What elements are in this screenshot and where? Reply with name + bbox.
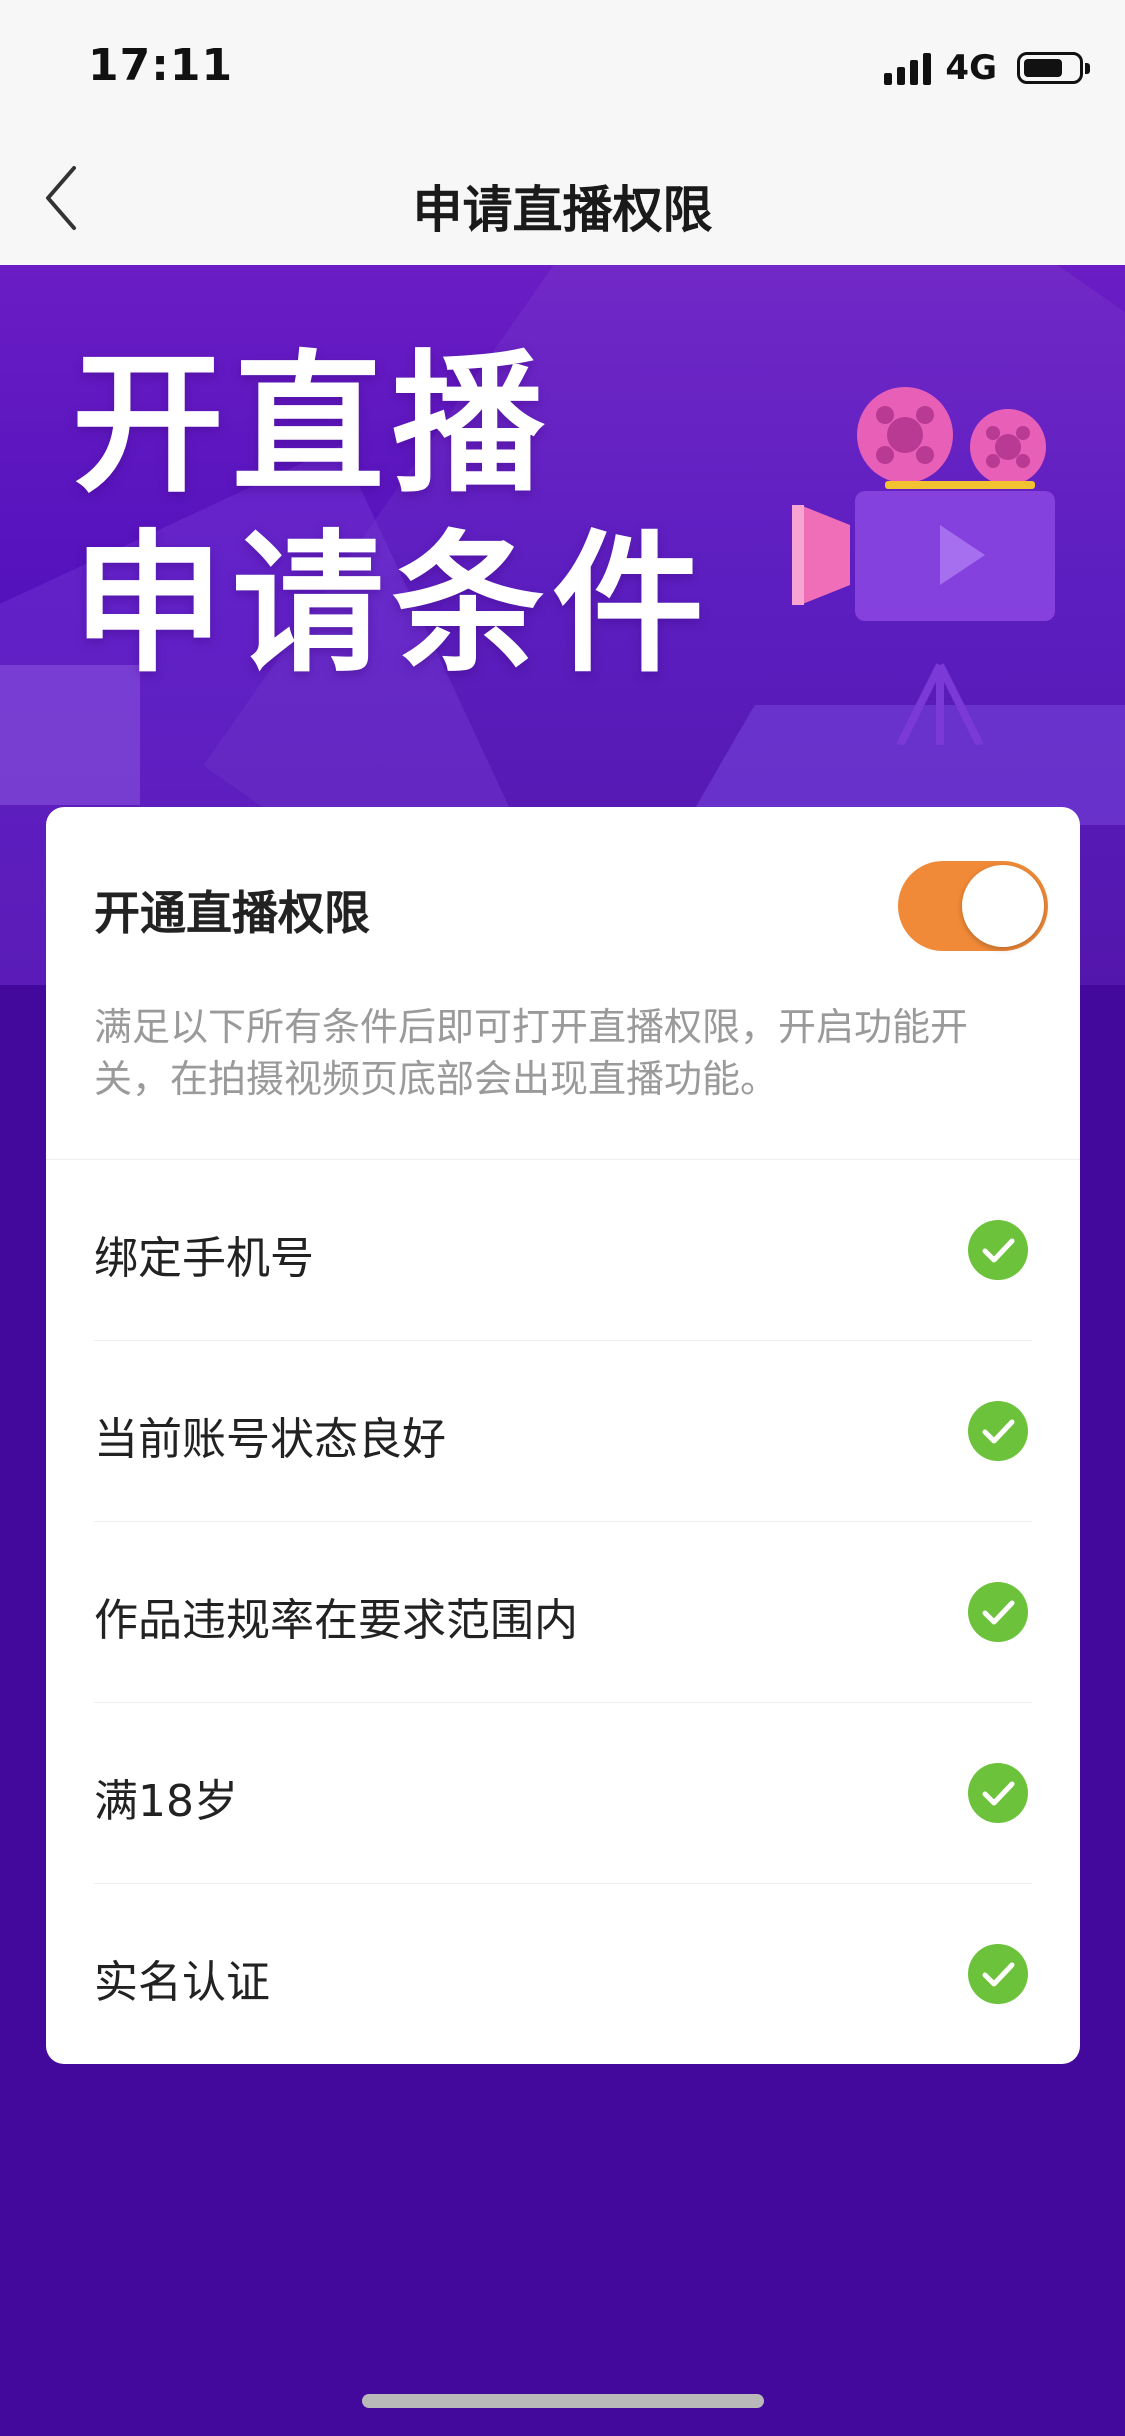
check-circle-icon	[968, 1944, 1028, 2004]
requirement-label: 作品违规率在要求范围内	[94, 1595, 578, 1646]
movie-camera-icon	[792, 387, 1055, 745]
requirements-card: 开通直播权限 满足以下所有条件后即可打开直播权限，开启功能开关，在拍摄视频页底部…	[46, 807, 1080, 2064]
battery-level	[1024, 59, 1062, 77]
banner-headline: 开直播 申请条件	[72, 335, 712, 695]
list-item: 绑定手机号	[94, 1160, 1032, 1341]
list-item: 实名认证	[94, 1884, 1032, 2064]
toggle-knob	[962, 865, 1044, 947]
requirements-list: 绑定手机号当前账号状态良好作品违规率在要求范围内 满18岁实名认证	[46, 1160, 1080, 2064]
status-bar: 17:11 4G	[0, 0, 1125, 132]
requirement-label: 绑定手机号	[94, 1233, 314, 1284]
list-item: 当前账号状态良好	[94, 1341, 1032, 1522]
live-permission-toggle[interactable]	[898, 861, 1048, 951]
check-circle-icon	[968, 1401, 1028, 1461]
requirement-label: 实名认证	[94, 1957, 270, 2008]
status-time: 17:11	[88, 40, 234, 91]
description-text: 满足以下所有条件后即可打开直播权限，开启功能开关，在拍摄视频页底部会出现直播功能…	[94, 1005, 969, 1101]
list-item: 满18岁	[94, 1703, 1032, 1884]
check-circle-icon	[968, 1763, 1028, 1823]
page-title: 申请直播权限	[412, 181, 713, 239]
check-circle-icon	[968, 1582, 1028, 1642]
network-label: 4G	[945, 48, 997, 88]
requirement-label: 满18岁	[94, 1776, 238, 1827]
requirement-label: 当前账号状态良好	[94, 1414, 446, 1465]
signal-icon	[884, 51, 932, 85]
home-indicator	[362, 2394, 764, 2408]
list-item: 作品违规率在要求范围内	[94, 1522, 1032, 1703]
check-circle-icon	[968, 1220, 1028, 1280]
card-header: 开通直播权限 满足以下所有条件后即可打开直播权限，开启功能开关，在拍摄视频页底部…	[46, 807, 1080, 1160]
toggle-label: 开通直播权限	[94, 886, 370, 940]
banner-line-2: 申请条件	[72, 516, 712, 693]
battery-icon	[1017, 52, 1090, 84]
banner-line-1: 开直播	[72, 336, 552, 513]
nav-bar: 申请直播权限	[0, 132, 1125, 265]
status-indicators: 4G	[884, 46, 1090, 90]
